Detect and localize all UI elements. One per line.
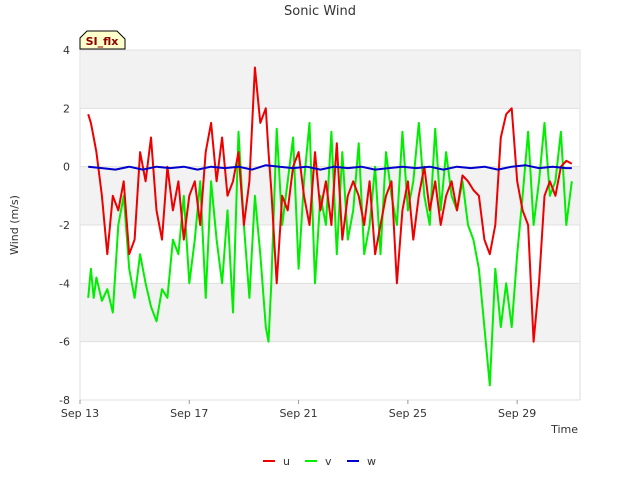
y-axis-label: Wind (m/s) xyxy=(8,195,21,255)
legend-label-w: w xyxy=(367,455,376,468)
legend: u v w xyxy=(263,455,376,468)
y-tick-label: 2 xyxy=(63,102,70,115)
badge-label: SI_flx xyxy=(86,35,119,48)
x-tick-label: Sep 21 xyxy=(279,407,317,420)
y-tick-label: 4 xyxy=(63,44,70,57)
x-axis-ticks: Sep 13 Sep 17 Sep 21 Sep 25 Sep 29 xyxy=(61,400,536,420)
x-tick-label: Sep 17 xyxy=(170,407,208,420)
y-axis-ticks: 4 2 0 -2 -4 -6 -8 xyxy=(59,44,70,407)
chart-title: Sonic Wind xyxy=(284,4,356,19)
y-tick-label: -2 xyxy=(59,219,70,232)
y-tick-label: 0 xyxy=(63,161,70,174)
x-tick-label: Sep 13 xyxy=(61,407,99,420)
y-tick-label: -4 xyxy=(59,277,70,290)
station-badge: SI_flx xyxy=(79,30,126,50)
legend-label-v: v xyxy=(325,455,332,468)
x-tick-label: Sep 25 xyxy=(389,407,427,420)
x-tick-label: Sep 29 xyxy=(498,407,536,420)
sonic-wind-chart: 420-2-4-6-8 Sep 13 Sep 17 Sep 21 Sep 25 Sep … xyxy=(8,4,581,468)
y-tick-label: -8 xyxy=(59,394,70,407)
legend-label-u: u xyxy=(283,455,290,468)
grid-band xyxy=(81,50,579,109)
y-tick-label: -6 xyxy=(59,336,70,349)
x-axis-label: Time xyxy=(550,423,578,436)
